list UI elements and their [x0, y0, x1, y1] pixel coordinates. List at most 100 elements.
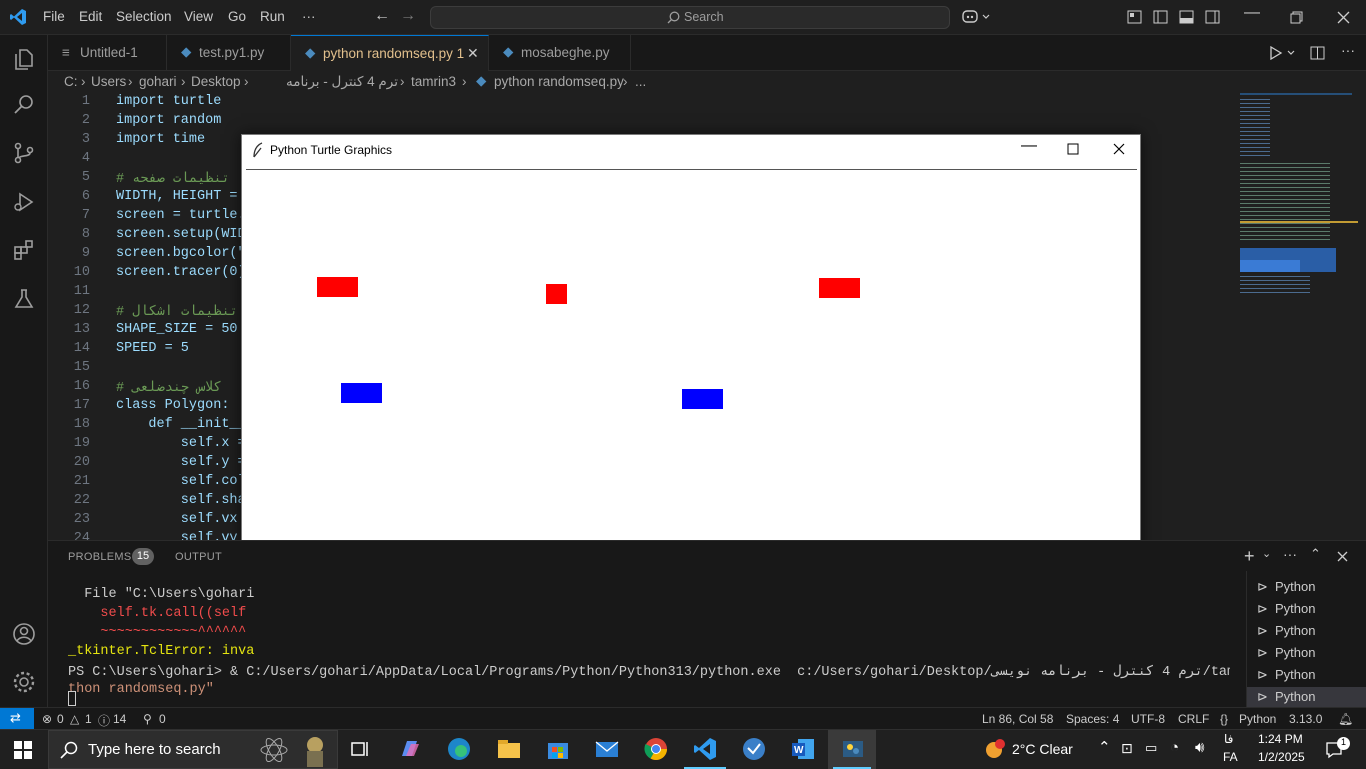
line-ending[interactable]: CRLF: [1178, 712, 1209, 726]
cursor-position[interactable]: Ln 86, Col 58: [982, 712, 1053, 726]
word-icon[interactable]: W: [790, 736, 816, 762]
close-panel-icon[interactable]: [1337, 551, 1348, 562]
close-icon[interactable]: [1337, 11, 1350, 24]
bell-icon[interactable]: 🔔︎: [1338, 712, 1353, 726]
close-tab-icon[interactable]: ✕: [467, 45, 479, 62]
windows-taskbar: Type here to search W 2°C Clear ⌃ ⊡ ▭ ◔ …: [0, 729, 1366, 769]
tab-mosabeghe[interactable]: ◆ mosabeghe.py: [489, 35, 631, 71]
minimize-icon[interactable]: —: [1021, 137, 1037, 155]
battery-icon[interactable]: ▭: [1145, 740, 1157, 756]
run-python-file-icon[interactable]: [1269, 46, 1299, 60]
tab-test-py1[interactable]: ◆ test.py1.py: [167, 35, 291, 71]
search-icon[interactable]: [12, 93, 36, 117]
close-icon[interactable]: [1113, 143, 1125, 155]
vscode-taskbar-icon[interactable]: [692, 736, 718, 762]
more-actions-icon[interactable]: ···: [1283, 546, 1297, 562]
terminal-instance[interactable]: ⊳ Python: [1247, 621, 1366, 641]
terminal-instance[interactable]: ⊳ Python: [1247, 643, 1366, 663]
tab-untitled-1[interactable]: ≡ Untitled-1: [48, 35, 167, 71]
remote-indicator[interactable]: ⇄: [0, 708, 34, 730]
vpn-app-icon[interactable]: [741, 736, 767, 762]
menu-file[interactable]: File: [43, 9, 65, 24]
testing-flask-icon[interactable]: [12, 287, 36, 311]
wifi-icon[interactable]: ◔: [1170, 739, 1179, 756]
toggle-panel-icon[interactable]: [1179, 10, 1194, 24]
meet-now-icon[interactable]: ⊡: [1121, 740, 1133, 757]
back-arrow-icon[interactable]: ←: [374, 7, 390, 25]
menu-more[interactable]: ···: [302, 9, 316, 24]
settings-gear-icon[interactable]: [12, 670, 36, 694]
breadcrumb: C: › Users › gohari › Desktop › ترم 4 کن…: [48, 71, 1366, 105]
tab-python-randomseq[interactable]: ◆ python randomseq.py 1 ✕: [291, 35, 489, 71]
weather-icon[interactable]: [982, 738, 1006, 760]
clock-time[interactable]: 1:24 PM: [1258, 732, 1303, 746]
menu-selection[interactable]: Selection: [116, 9, 172, 24]
python-version[interactable]: 3.13.0: [1289, 712, 1322, 726]
breadcrumb-item[interactable]: C:: [64, 74, 78, 89]
toggle-secondary-sidebar-icon[interactable]: [1205, 10, 1220, 24]
python-file-icon: ◆: [503, 44, 514, 59]
volume-icon[interactable]: 🔊︎: [1195, 739, 1204, 756]
breadcrumb-item[interactable]: gohari: [139, 74, 177, 89]
language-mode[interactable]: Python: [1239, 712, 1276, 726]
terminal-line: PS C:\Users\gohari> & C:/Users/gohari/Ap…: [68, 665, 1230, 680]
chevron-up-icon[interactable]: ⌃: [1098, 738, 1111, 756]
indentation[interactable]: Spaces: 4: [1066, 712, 1119, 726]
edge-browser-icon[interactable]: [446, 736, 472, 762]
restore-icon[interactable]: [1290, 11, 1303, 24]
breadcrumb-item[interactable]: python randomseq.py: [494, 74, 624, 89]
taskbar-search[interactable]: Type here to search: [48, 730, 338, 769]
ports-count[interactable]: 0: [159, 712, 166, 726]
account-icon[interactable]: [12, 622, 36, 646]
language-top[interactable]: فا: [1224, 732, 1233, 746]
terminal-instance[interactable]: ⊳ Python: [1247, 665, 1366, 685]
task-view-icon[interactable]: [347, 736, 373, 762]
weather-text[interactable]: 2°C Clear: [1012, 741, 1073, 757]
maximize-panel-icon[interactable]: ⌃: [1310, 546, 1321, 562]
chrome-icon[interactable]: [643, 736, 669, 762]
minimap[interactable]: [1238, 93, 1358, 540]
microsoft-store-icon[interactable]: [545, 736, 571, 762]
encoding[interactable]: UTF-8: [1131, 712, 1165, 726]
breadcrumb-item[interactable]: Desktop: [191, 74, 241, 89]
windows-start-icon[interactable]: [14, 741, 32, 759]
breadcrumb-item[interactable]: ...: [635, 74, 646, 89]
forward-arrow-icon[interactable]: →: [400, 7, 416, 25]
info-count[interactable]: 14: [113, 712, 126, 726]
run-debug-icon[interactable]: [12, 190, 36, 214]
command-center-search[interactable]: Search: [430, 6, 950, 29]
terminal-instance[interactable]: ⊳ Python: [1247, 599, 1366, 619]
warnings-count[interactable]: 1: [85, 712, 92, 726]
split-editor-icon[interactable]: [1310, 46, 1325, 60]
source-control-icon[interactable]: [12, 141, 36, 165]
minimize-icon[interactable]: —: [1244, 4, 1260, 22]
layout-custom-icon[interactable]: [1127, 10, 1142, 24]
language-bottom[interactable]: FA: [1223, 750, 1238, 764]
copilot-app-icon[interactable]: [397, 736, 423, 762]
chevron-down-icon[interactable]: ⌄: [1262, 547, 1271, 560]
copilot-icon[interactable]: [962, 9, 992, 25]
menu-go[interactable]: Go: [228, 9, 246, 24]
breadcrumb-item[interactable]: tamrin3: [411, 74, 456, 89]
extensions-icon[interactable]: [12, 238, 36, 262]
clock-date[interactable]: 1/2/2025: [1258, 750, 1305, 764]
mail-icon[interactable]: [594, 736, 620, 762]
line-number: 8: [81, 227, 90, 242]
explorer-icon[interactable]: [12, 47, 36, 71]
file-explorer-icon[interactable]: [496, 736, 522, 762]
terminal-instance[interactable]: ⊳ Python: [1247, 577, 1366, 597]
menu-edit[interactable]: Edit: [79, 9, 102, 24]
line-number: 2: [81, 113, 90, 128]
python-taskbar-icon[interactable]: [840, 736, 866, 762]
menu-run[interactable]: Run: [260, 9, 285, 24]
terminal-instance[interactable]: ⊳ Python: [1247, 687, 1366, 707]
breadcrumb-item[interactable]: Users: [91, 74, 126, 89]
toggle-primary-sidebar-icon[interactable]: [1153, 10, 1168, 24]
maximize-icon[interactable]: [1067, 143, 1079, 155]
menu-view[interactable]: View: [184, 9, 213, 24]
tab-problems[interactable]: PROBLEMS: [68, 551, 132, 563]
errors-count[interactable]: 0: [57, 712, 64, 726]
more-actions-icon[interactable]: ···: [1341, 42, 1355, 58]
tab-output[interactable]: OUTPUT: [175, 551, 222, 563]
new-terminal-icon[interactable]: +: [1244, 546, 1255, 567]
